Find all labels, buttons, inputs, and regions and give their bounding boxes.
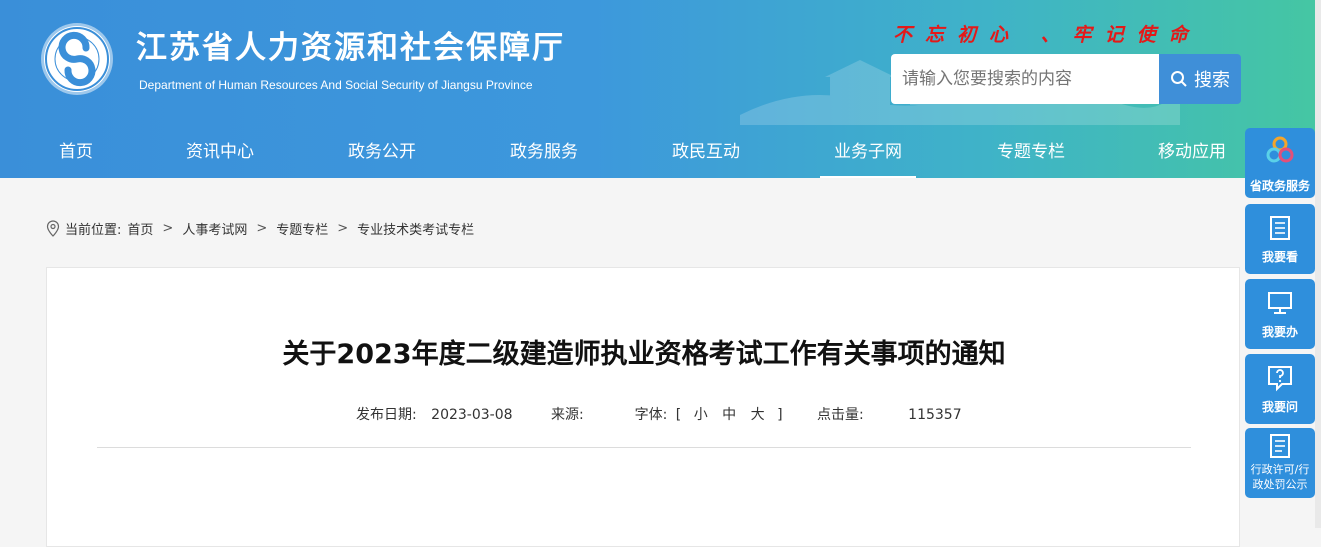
breadcrumb-current[interactable]: 专业技术类考试专栏 — [357, 219, 474, 238]
nav-item-topics[interactable]: 专题专栏 — [987, 128, 1075, 178]
sidebar-item-handle[interactable]: 我要办 — [1245, 279, 1315, 349]
site-header: 江苏省人力资源和社会保障厅 Department of Human Resour… — [0, 0, 1315, 178]
sidebar-item-label: 我要看 — [1261, 250, 1298, 264]
breadcrumb-topics[interactable]: 专题专栏 — [276, 219, 328, 238]
font-large-button[interactable]: 大 — [751, 404, 765, 424]
clicks-label: 点击量: — [817, 407, 864, 423]
gov-service-logo-icon — [1266, 136, 1294, 163]
font-label: 字体: — [634, 407, 668, 423]
breadcrumb-separator: > — [256, 220, 268, 236]
search-button[interactable]: 搜索 — [1159, 54, 1241, 104]
breadcrumb-home[interactable]: 首页 — [127, 219, 153, 238]
breadcrumb-separator: > — [337, 220, 349, 236]
sidebar-item-gov-service[interactable]: 省政务服务 — [1245, 128, 1315, 198]
article-meta: 发布日期: 2023-03-08 来源: 字体: [ 小 中 大 ] 点击量: … — [356, 404, 962, 424]
question-icon — [1268, 366, 1292, 392]
date-label: 发布日期: — [356, 407, 417, 423]
nav-item-gov-open[interactable]: 政务公开 — [338, 128, 426, 178]
sidebar-item-label: 我要办 — [1261, 325, 1298, 339]
sidebar-item-ask[interactable]: 我要问 — [1245, 354, 1315, 424]
sidebar-item-label-line1: 行政许可/行 — [1250, 463, 1310, 476]
font-small-button[interactable]: 小 — [694, 404, 708, 424]
monitor-icon — [1268, 292, 1292, 314]
font-medium-button[interactable]: 中 — [722, 404, 736, 424]
slogan: 不忘初心 、牢记使命 — [893, 24, 1201, 46]
site-title: 江苏省人力资源和社会保障厅 — [136, 30, 565, 66]
article-title: 关于2023年度二级建造师执业资格考试工作有关事项的通知 — [282, 339, 1006, 370]
nav-item-gov-service[interactable]: 政务服务 — [500, 128, 588, 178]
nav-item-mobile[interactable]: 移动应用 — [1148, 128, 1236, 178]
main-nav: 首页 资讯中心 政务公开 政务服务 政民互动 业务子网 专题专栏 移动应用 — [0, 128, 1315, 178]
source-label: 来源: — [551, 407, 584, 423]
search-icon — [1171, 71, 1187, 87]
publish-date: 2023-03-08 — [431, 407, 513, 423]
font-bracket-open: [ — [675, 407, 682, 423]
page-scrollbar[interactable] — [1315, 0, 1321, 528]
click-count: 115357 — [908, 407, 962, 423]
notice-list-icon — [1270, 434, 1290, 458]
divider — [97, 447, 1191, 448]
nav-item-news[interactable]: 资讯中心 — [176, 128, 264, 178]
breadcrumb-exam-site[interactable]: 人事考试网 — [182, 219, 247, 238]
sidebar-item-view[interactable]: 我要看 — [1245, 204, 1315, 274]
sidebar-item-label-line2: 政处罚公示 — [1252, 478, 1308, 491]
search-input[interactable] — [891, 54, 1159, 104]
site-subtitle: Department of Human Resources And Social… — [139, 78, 533, 92]
article-panel: 关于2023年度二级建造师执业资格考试工作有关事项的通知 发布日期: 2023-… — [46, 267, 1240, 547]
location-pin-icon — [46, 219, 60, 237]
sidebar-item-label: 省政务服务 — [1249, 179, 1310, 193]
nav-item-business[interactable]: 业务子网 — [820, 128, 916, 178]
breadcrumb: 当前位置: 首页 > 人事考试网 > 专题专栏 > 专业技术类考试专栏 — [46, 218, 474, 238]
font-bracket-close: ] — [777, 407, 783, 423]
nav-item-home[interactable]: 首页 — [40, 128, 112, 178]
sidebar-item-label: 我要问 — [1261, 400, 1298, 414]
sidebar-item-admin-notice[interactable]: 行政许可/行 政处罚公示 — [1245, 428, 1315, 498]
nav-item-interaction[interactable]: 政民互动 — [662, 128, 750, 178]
document-list-icon — [1270, 216, 1290, 240]
sidebar-item-label: 行政许可/行 政处罚公示 — [1245, 462, 1315, 492]
site-logo[interactable] — [44, 26, 110, 92]
breadcrumb-separator: > — [162, 220, 174, 236]
breadcrumb-prefix: 当前位置: — [65, 222, 122, 238]
search-button-label: 搜索 — [1194, 70, 1230, 91]
